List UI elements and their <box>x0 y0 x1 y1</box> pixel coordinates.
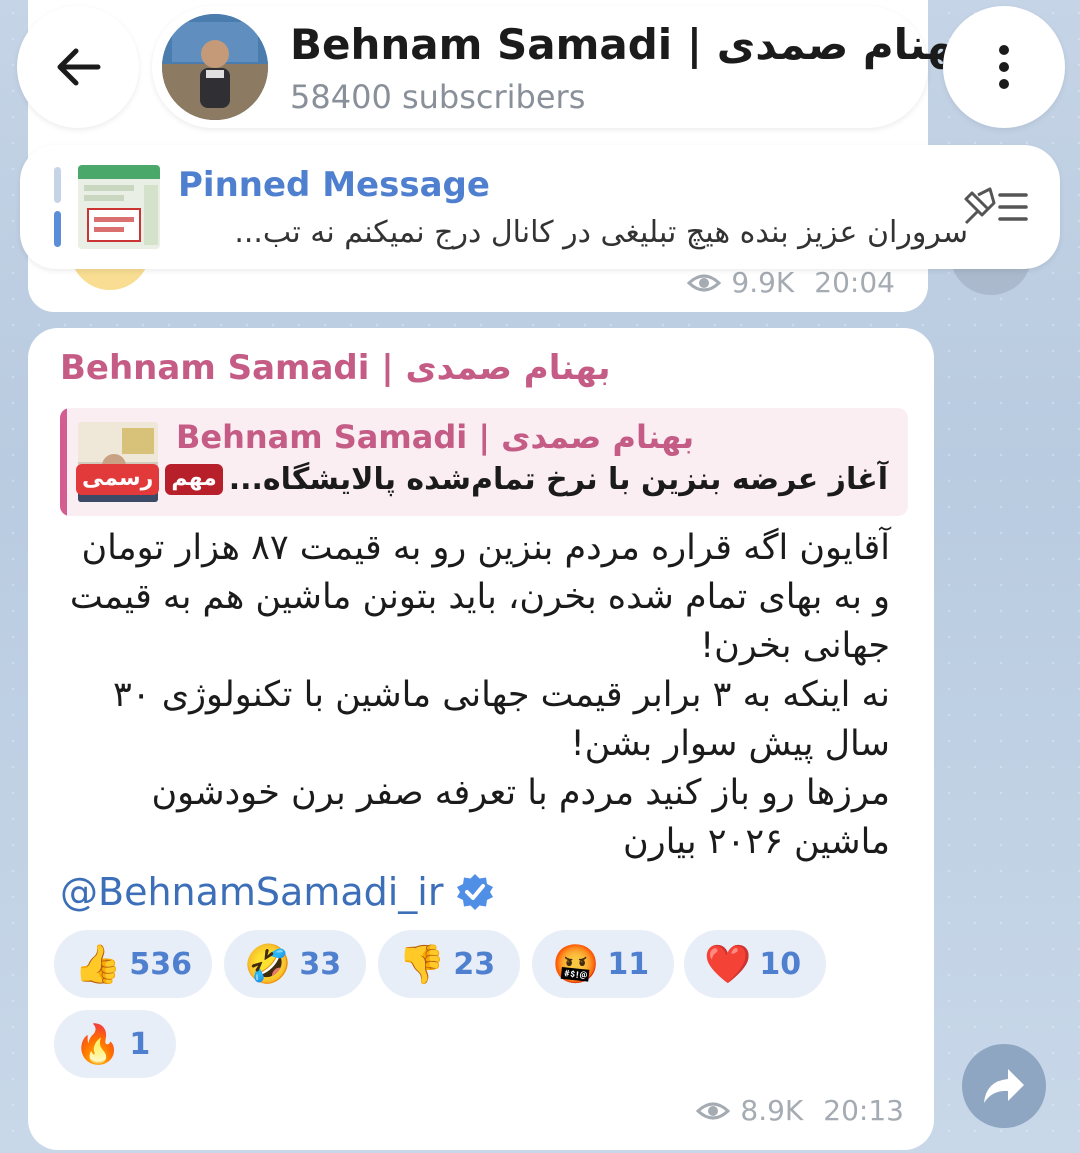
message-paragraph: مرزها رو باز کنید مردم با تعرفه صفر برن … <box>151 773 890 862</box>
handle-text[interactable]: @BehnamSamadi_ir <box>60 870 444 914</box>
cursing-face-icon: 🤬 <box>552 942 600 986</box>
reply-accent-bar <box>60 408 67 516</box>
views-count: 8.9K <box>740 1094 804 1127</box>
message-paragraph: آقایون اگه قراره مردم بنزین رو به قیمت ۸… <box>69 528 890 666</box>
reply-quote[interactable]: Behnam Samadi | بهنام صمدی آغاز عرضه بنز… <box>60 408 908 516</box>
reply-headline: آغاز عرضه بنزین با نرخ تمام‌شده پالایشگا… <box>228 462 888 497</box>
reaction-count: 33 <box>299 946 342 982</box>
channel-handle-link[interactable]: @BehnamSamadi_ir <box>60 870 494 914</box>
rolling-laughing-icon: 🤣 <box>244 942 292 986</box>
fire-icon: 🔥 <box>74 1022 122 1066</box>
reaction-thumbs-up[interactable]: 👍 536 <box>54 930 212 998</box>
badge-important: مهم <box>165 464 223 495</box>
channel-header[interactable]: Behnam Samadi | بهنام صمدی 58400 subscri… <box>152 6 970 128</box>
reaction-count: 536 <box>129 946 192 982</box>
avatar-photo <box>162 14 268 120</box>
channel-title: Behnam Samadi | بهنام صمدی <box>290 20 971 69</box>
message-text: آقایون اگه قراره مردم بنزین رو به قیمت ۸… <box>68 524 890 867</box>
pinned-thumbnail <box>78 165 160 249</box>
pinned-message-bar[interactable]: Pinned Message سروران عزیز بنده هیچ تبلی… <box>20 145 1060 269</box>
reaction-count: 1 <box>129 1026 151 1062</box>
message-time: 20:13 <box>823 1094 904 1127</box>
eye-icon <box>696 1102 731 1119</box>
verified-badge-icon <box>456 874 493 910</box>
previous-message-meta: 9.9K 20:04 <box>687 266 895 299</box>
reaction-count: 10 <box>759 946 802 982</box>
reaction-laughing[interactable]: 🤣 33 <box>224 930 366 998</box>
message-meta: 8.9K 20:13 <box>696 1094 904 1127</box>
more-vertical-icon <box>999 45 1009 89</box>
pinned-title: Pinned Message <box>178 165 490 205</box>
subscriber-count: 58400 subscribers <box>290 78 586 116</box>
more-options-button[interactable] <box>943 6 1065 128</box>
message-bubble[interactable]: Behnam Samadi | بهنام صمدی Behnam Samadi… <box>28 328 934 1150</box>
share-button[interactable] <box>962 1044 1046 1128</box>
message-author[interactable]: Behnam Samadi | بهنام صمدی <box>60 348 611 388</box>
reaction-heart[interactable]: ❤️ 10 <box>684 930 826 998</box>
badge-official: رسمی <box>76 464 160 495</box>
reaction-cursing[interactable]: 🤬 11 <box>532 930 674 998</box>
reply-text: آغاز عرضه بنزین با نرخ تمام‌شده پالایشگا… <box>76 462 888 497</box>
back-button[interactable] <box>17 6 139 128</box>
reaction-count: 23 <box>453 946 496 982</box>
views-count: 9.9K <box>731 266 795 299</box>
message-paragraph: نه اینکه به ۳ برابر قیمت جهانی ماشین با … <box>113 675 890 764</box>
arrow-left-icon <box>57 48 101 86</box>
thumbs-down-icon: 👎 <box>398 942 446 986</box>
pinned-preview-text: سروران عزیز بنده هیچ تبلیغی در کانال درج… <box>234 215 968 250</box>
eye-icon <box>687 274 722 291</box>
thumbs-up-icon: 👍 <box>74 942 122 986</box>
pinned-indicator <box>54 167 61 247</box>
channel-avatar[interactable] <box>162 14 268 120</box>
reaction-fire[interactable]: 🔥 1 <box>54 1010 176 1078</box>
reaction-count: 11 <box>607 946 650 982</box>
share-arrow-icon <box>984 1069 1024 1103</box>
pin-list-icon <box>964 187 1028 225</box>
pinned-list-button[interactable] <box>960 185 1030 233</box>
reaction-thumbs-down[interactable]: 👎 23 <box>378 930 520 998</box>
heart-icon: ❤️ <box>704 942 752 986</box>
reply-author: Behnam Samadi | بهنام صمدی <box>176 418 695 456</box>
message-time: 20:04 <box>814 266 895 299</box>
